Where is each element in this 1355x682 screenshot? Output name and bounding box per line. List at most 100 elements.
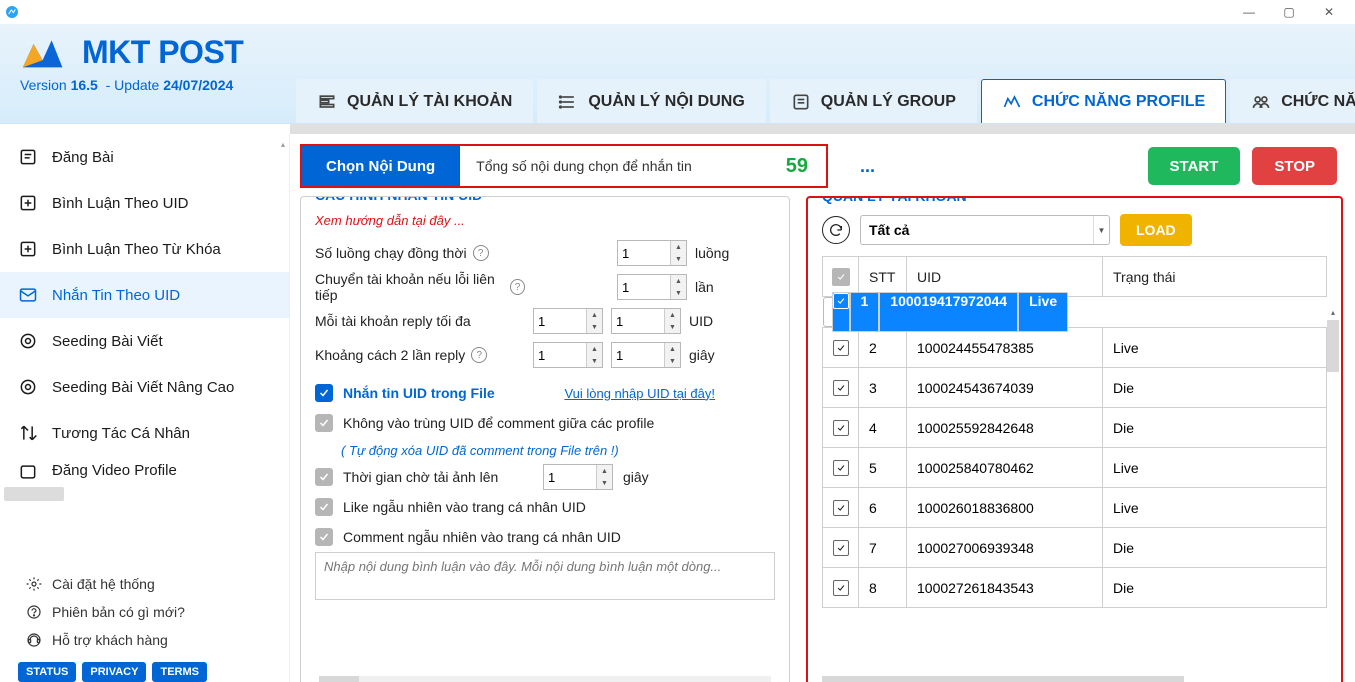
input-reply-gap-a[interactable]: ▲▼ — [533, 342, 603, 368]
unit-threads: luồng — [695, 245, 735, 261]
checkbox-select-all[interactable] — [832, 268, 850, 286]
table-row[interactable]: 7100027006939348Die — [823, 528, 1327, 568]
table-row[interactable]: 2100024455478385Live — [823, 328, 1327, 368]
cell-uid: 100025592842648 — [907, 408, 1103, 448]
cell-status: Die — [1103, 568, 1327, 608]
checkbox-like-random[interactable] — [315, 498, 333, 516]
table-row[interactable]: 8100027261843543Die — [823, 568, 1327, 608]
config-panel: CẤU HÌNH NHẮN TIN UID Xem hướng dẫn tại … — [300, 196, 790, 682]
config-guide-link[interactable]: Xem hướng dẫn tại đây ... — [315, 213, 775, 228]
brand-block: MKT POST Version 16.5 - Update 24/07/202… — [0, 24, 290, 123]
load-button[interactable]: LOAD — [1120, 214, 1192, 246]
tab-accounts[interactable]: QUẢN LÝ TÀI KHOẢN — [296, 79, 533, 123]
sidebar-item-seeding[interactable]: Seeding Bài Viết — [0, 318, 289, 364]
input-max-reply-b[interactable]: ▲▼ — [611, 308, 681, 334]
sidebar-item-comment-uid[interactable]: Bình Luận Theo UID — [0, 180, 289, 226]
cell-status: Live — [1103, 328, 1327, 368]
config-hscroll[interactable]: ◂▸ — [301, 675, 789, 682]
checkbox-uid-in-file[interactable] — [315, 384, 333, 402]
accounts-table: STT UID Trạng thái 1100019417972044Live2… — [822, 256, 1327, 608]
input-reply-gap-b[interactable]: ▲▼ — [611, 342, 681, 368]
content-summary-box: Chọn Nội Dung Tổng số nội dung chọn để n… — [300, 144, 828, 188]
app-icon — [4, 4, 20, 20]
label-wait-image: Thời gian chờ tải ảnh lên — [343, 469, 533, 485]
cell-stt: 7 — [859, 528, 907, 568]
more-menu[interactable]: ... — [840, 156, 895, 177]
table-row[interactable]: 3100024543674039Die — [823, 368, 1327, 408]
window-close[interactable]: ✕ — [1319, 5, 1339, 19]
config-panel-title: CẤU HÌNH NHẮN TIN UID — [311, 196, 486, 203]
sidebar-item-post[interactable]: Đăng Bài — [0, 134, 289, 180]
cell-stt: 8 — [859, 568, 907, 608]
sidebar-item-video-profile[interactable]: Đăng Video Profile — [0, 456, 289, 486]
row-checkbox[interactable] — [833, 380, 849, 396]
cell-stt: 6 — [859, 488, 907, 528]
row-checkbox[interactable] — [833, 500, 849, 516]
input-wait-image[interactable]: ▲▼ — [543, 464, 613, 490]
sidebar-item-personal-interact[interactable]: Tương Tác Cá Nhân — [0, 410, 289, 456]
sidebar-item-comment-keyword[interactable]: Bình Luận Theo Từ Khóa — [0, 226, 289, 272]
sidebar-hscroll[interactable] — [0, 486, 289, 502]
table-row[interactable]: 5100025840780462Live — [823, 448, 1327, 488]
stop-button[interactable]: STOP — [1252, 147, 1337, 185]
help-icon[interactable]: ? — [471, 347, 487, 363]
sidebar: Đăng Bài Bình Luận Theo UID Bình Luận Th… — [0, 134, 290, 682]
sidebar-item-message-uid[interactable]: Nhắn Tin Theo UID — [0, 272, 289, 318]
choose-content-button[interactable]: Chọn Nội Dung — [302, 146, 460, 186]
help-icon[interactable]: ? — [510, 279, 525, 295]
cell-stt: 3 — [859, 368, 907, 408]
col-stt: STT — [859, 257, 907, 297]
cell-status: Die — [1103, 368, 1327, 408]
accounts-vscroll[interactable]: ▴ — [1327, 308, 1339, 670]
row-checkbox[interactable] — [833, 540, 849, 556]
sidebar-link-settings[interactable]: Cài đặt hệ thống — [18, 570, 271, 598]
table-row[interactable]: 4100025592842648Die — [823, 408, 1327, 448]
start-button[interactable]: START — [1148, 147, 1241, 185]
content-area: Chọn Nội Dung Tổng số nội dung chọn để n… — [290, 134, 1355, 682]
tab-group[interactable]: QUẢN LÝ GROUP — [770, 79, 977, 123]
chip-status[interactable]: STATUS — [18, 662, 76, 682]
input-threads[interactable]: ▲▼ — [617, 240, 687, 266]
cell-status: Live — [1103, 488, 1327, 528]
row-checkbox[interactable] — [833, 460, 849, 476]
sidebar-link-whatsnew[interactable]: Phiên bản có gì mới? — [18, 598, 271, 626]
main-tabs: QUẢN LÝ TÀI KHOẢN QUẢN LÝ NỘI DUNG QUẢN … — [290, 24, 1355, 123]
checkbox-wait-image[interactable] — [315, 468, 333, 486]
unit-switch-error: lần — [695, 279, 735, 295]
sidebar-scroll-up[interactable] — [277, 134, 289, 154]
tab-content[interactable]: QUẢN LÝ NỘI DUNG — [537, 79, 765, 123]
row-checkbox[interactable] — [833, 340, 849, 356]
input-max-reply-a[interactable]: ▲▼ — [533, 308, 603, 334]
cell-stt: 1 — [850, 292, 880, 332]
table-row[interactable]: 6100026018836800Live — [823, 488, 1327, 528]
input-switch-error[interactable]: ▲▼ — [617, 274, 687, 300]
brand-version: Version 16.5 - Update 24/07/2024 — [20, 77, 270, 93]
help-icon[interactable]: ? — [473, 245, 489, 261]
window-minimize[interactable]: — — [1239, 5, 1259, 19]
row-checkbox[interactable] — [833, 420, 849, 436]
chip-terms[interactable]: TERMS — [152, 662, 207, 682]
label-like-random: Like ngẫu nhiên vào trang cá nhân UID — [343, 499, 586, 515]
accounts-hscroll[interactable] — [808, 676, 1341, 682]
row-checkbox[interactable] — [833, 293, 849, 309]
window-maximize[interactable]: ▢ — [1279, 5, 1299, 19]
filter-select[interactable]: Tất cả▼ — [860, 215, 1110, 245]
tab-group-functions[interactable]: CHỨC NĂNG GROUP — [1230, 79, 1355, 123]
checkbox-no-dup-uid[interactable] — [315, 414, 333, 432]
accounts-panel: QUẢN LÝ TÀI KHOẢN Tất cả▼ LOAD STT UID T… — [806, 196, 1343, 682]
tab-profile-functions[interactable]: CHỨC NĂNG PROFILE — [981, 79, 1226, 123]
cell-uid: 100027006939348 — [907, 528, 1103, 568]
refresh-button[interactable] — [822, 216, 850, 244]
sidebar-link-support[interactable]: Hỗ trợ khách hàng — [18, 626, 271, 654]
table-row[interactable]: 1100019417972044Live — [823, 297, 859, 327]
row-checkbox[interactable] — [833, 580, 849, 596]
cell-uid: 100025840780462 — [907, 448, 1103, 488]
checkbox-comment-random[interactable] — [315, 528, 333, 546]
comment-content-textarea[interactable] — [315, 552, 775, 600]
link-enter-uid[interactable]: Vui lòng nhập UID tại đây! — [564, 386, 715, 401]
chip-privacy[interactable]: PRIVACY — [82, 662, 146, 682]
label-switch-error: Chuyển tài khoản nếu lỗi liên tiếp — [315, 271, 504, 303]
cell-uid: 100024455478385 — [907, 328, 1103, 368]
sidebar-item-seeding-advanced[interactable]: Seeding Bài Viết Nâng Cao — [0, 364, 289, 410]
cell-status: Live — [1103, 448, 1327, 488]
